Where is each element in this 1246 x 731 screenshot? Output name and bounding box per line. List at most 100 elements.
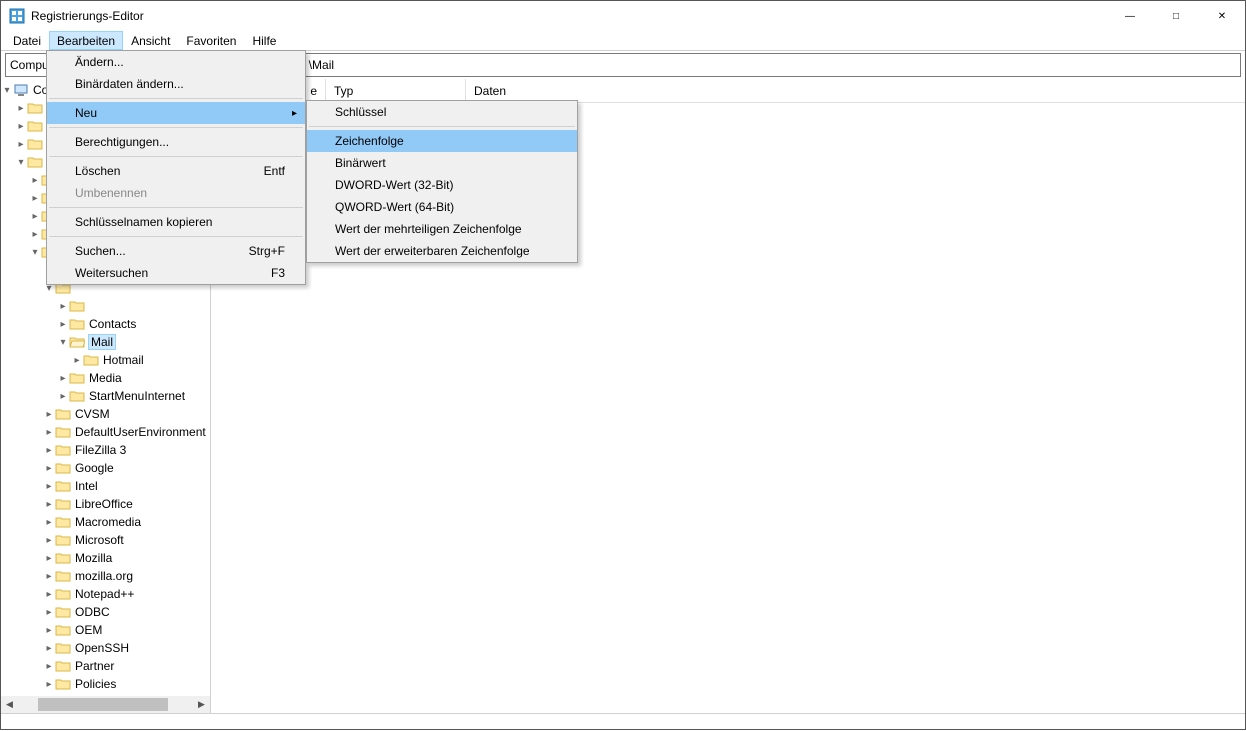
tree-node[interactable]: ▸Notepad++ <box>1 585 210 603</box>
expand-icon[interactable]: ▸ <box>43 625 55 636</box>
expand-icon[interactable]: ▸ <box>43 661 55 672</box>
tree-node[interactable]: ▸Google <box>1 459 210 477</box>
tree-label: OpenSSH <box>75 641 129 655</box>
expand-icon[interactable]: ▸ <box>43 445 55 456</box>
expand-icon[interactable]: ▸ <box>43 679 55 690</box>
menu-view[interactable]: Ansicht <box>123 31 178 50</box>
tree-node[interactable]: ▸ <box>1 297 210 315</box>
edit-menu-dropdown: Ändern...Binärdaten ändern... Neu▸ Berecht… <box>46 50 306 285</box>
collapse-icon[interactable]: ▾ <box>29 247 41 258</box>
expand-icon[interactable]: ▸ <box>43 463 55 474</box>
tree-hscrollbar[interactable]: ◀ ▶ <box>1 696 210 713</box>
expand-icon[interactable]: ▸ <box>43 553 55 564</box>
menu-item[interactable]: Schlüsselnamen kopieren <box>47 211 305 233</box>
expand-icon[interactable]: ▸ <box>71 355 83 366</box>
col-type[interactable]: Typ <box>326 79 466 102</box>
menu-item[interactable]: Berechtigungen... <box>47 131 305 153</box>
expand-icon[interactable]: ▸ <box>57 301 69 312</box>
expand-icon[interactable]: ▸ <box>57 391 69 402</box>
menu-item[interactable]: Wert der mehrteiligen Zeichenfolge <box>307 218 577 240</box>
menu-item[interactable]: Wert der erweiterbaren Zeichenfolge <box>307 240 577 262</box>
tree-node[interactable]: ▸Partner <box>1 657 210 675</box>
collapse-icon[interactable]: ▾ <box>57 337 69 348</box>
expand-icon[interactable]: ▸ <box>43 589 55 600</box>
menu-favorites[interactable]: Favoriten <box>178 31 244 50</box>
menu-item-label: Weitersuchen <box>75 266 148 280</box>
folder-icon <box>55 533 71 547</box>
tree-node[interactable]: ▸mozilla.org <box>1 567 210 585</box>
collapse-icon[interactable]: ▾ <box>15 157 27 168</box>
expand-icon[interactable]: ▸ <box>43 607 55 618</box>
menu-item[interactable]: Binärwert <box>307 152 577 174</box>
tree-label: OEM <box>75 623 102 637</box>
expand-icon[interactable]: ▸ <box>29 211 41 222</box>
menu-file[interactable]: Datei <box>5 31 49 50</box>
menu-help[interactable]: Hilfe <box>244 31 284 50</box>
tree-node[interactable]: ▸FileZilla 3 <box>1 441 210 459</box>
menu-item[interactable]: LöschenEntf <box>47 160 305 182</box>
menu-item[interactable]: Weitersuchen F3 <box>47 262 305 284</box>
tree-node[interactable]: ▸Hotmail <box>1 351 210 369</box>
folder-icon <box>55 551 71 565</box>
folder-icon <box>69 299 85 313</box>
close-button[interactable]: ✕ <box>1199 1 1245 31</box>
tree-node[interactable]: ▸LibreOffice <box>1 495 210 513</box>
expand-icon[interactable]: ▸ <box>29 193 41 204</box>
scroll-track[interactable] <box>18 696 193 713</box>
scroll-thumb[interactable] <box>38 698 168 711</box>
menu-item[interactable]: Ändern... <box>47 51 305 73</box>
folder-icon <box>55 461 71 475</box>
tree-node[interactable]: ▾Mail <box>1 333 210 351</box>
tree-node[interactable]: ▸Macromedia <box>1 513 210 531</box>
tree-node[interactable]: ▸ Mozilla <box>1 549 210 567</box>
tree-node[interactable]: ▸ OEM <box>1 621 210 639</box>
expand-icon[interactable]: ▸ <box>57 373 69 384</box>
tree-node[interactable]: ▸StartMenuInternet <box>1 387 210 405</box>
expand-icon[interactable]: ▸ <box>29 229 41 240</box>
tree-node[interactable]: ▸ODBC <box>1 603 210 621</box>
folder-icon <box>83 353 99 367</box>
col-data[interactable]: Daten <box>466 79 1245 102</box>
collapse-icon[interactable]: ▾ <box>1 85 13 96</box>
expand-icon[interactable]: ▸ <box>43 427 55 438</box>
maximize-button[interactable]: □ <box>1153 1 1199 31</box>
menu-shortcut: F3 <box>271 266 285 280</box>
tree-node[interactable]: ▸Media <box>1 369 210 387</box>
menu-separator <box>49 207 303 208</box>
expand-icon[interactable]: ▸ <box>15 139 27 150</box>
tree-node[interactable]: ▸CVSM <box>1 405 210 423</box>
expand-icon[interactable]: ▸ <box>57 319 69 330</box>
menu-item[interactable]: Binärdaten ändern... <box>47 73 305 95</box>
minimize-button[interactable]: — <box>1107 1 1153 31</box>
menu-item[interactable]: Zeichenfolge <box>307 130 577 152</box>
expand-icon[interactable]: ▸ <box>43 535 55 546</box>
expand-icon[interactable]: ▸ <box>43 409 55 420</box>
tree-node[interactable]: ▸ OpenSSH <box>1 639 210 657</box>
tree-node[interactable]: ▸Intel <box>1 477 210 495</box>
menu-item[interactable]: DWORD-Wert (32-Bit) <box>307 174 577 196</box>
expand-icon[interactable]: ▸ <box>43 517 55 528</box>
tree-node[interactable]: ▸ Contacts <box>1 315 210 333</box>
tree-label: Contacts <box>89 317 136 331</box>
menu-separator <box>49 98 303 99</box>
expand-icon[interactable]: ▸ <box>43 643 55 654</box>
expand-icon[interactable]: ▸ <box>43 499 55 510</box>
expand-icon[interactable]: ▸ <box>29 175 41 186</box>
folder-icon <box>69 335 85 349</box>
menu-item[interactable]: Suchen...Strg+F <box>47 240 305 262</box>
expand-icon[interactable]: ▸ <box>43 481 55 492</box>
menu-item[interactable]: Schlüssel <box>307 101 577 123</box>
expand-icon[interactable]: ▸ <box>15 103 27 114</box>
expand-icon[interactable]: ▸ <box>15 121 27 132</box>
menu-item[interactable]: QWORD-Wert (64-Bit) <box>307 196 577 218</box>
tree-node[interactable]: ▸Microsoft <box>1 531 210 549</box>
menu-item[interactable]: Neu▸ <box>47 102 305 124</box>
tree-node[interactable]: ▸Policies <box>1 675 210 693</box>
expand-icon[interactable]: ▸ <box>43 571 55 582</box>
folder-icon <box>55 587 71 601</box>
tree-node[interactable]: ▸DefaultUserEnvironment <box>1 423 210 441</box>
tree-label: Mozilla <box>75 551 112 565</box>
menu-edit[interactable]: Bearbeiten <box>49 31 123 50</box>
scroll-left-icon[interactable]: ◀ <box>1 696 18 713</box>
scroll-right-icon[interactable]: ▶ <box>193 696 210 713</box>
